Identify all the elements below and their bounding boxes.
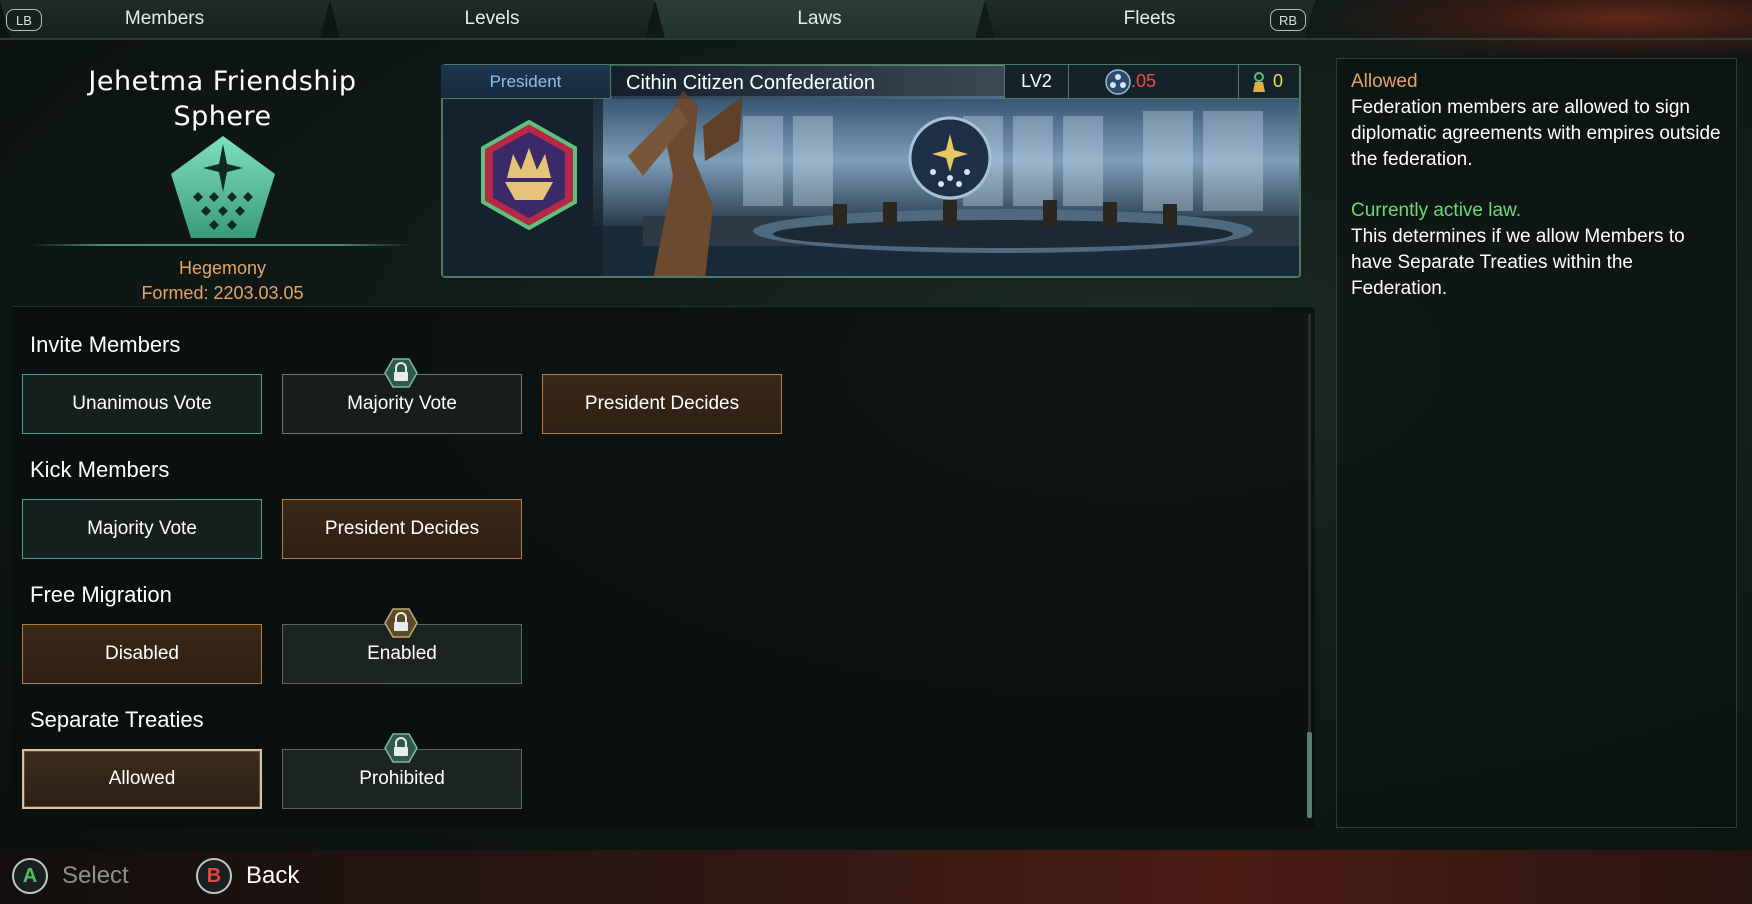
- law-title-free-migration: Free Migration: [30, 582, 172, 607]
- tab-fleets-label: Fleets: [1123, 8, 1176, 29]
- tab-laws-label: Laws: [797, 8, 842, 29]
- kick-majority-vote-button[interactable]: Majority Vote: [22, 499, 262, 559]
- option-label: President Decides: [584, 393, 740, 414]
- tab-members[interactable]: Members: [0, 0, 330, 38]
- tab-members-label: Members: [124, 8, 205, 29]
- law-title-invite-members: Invite Members: [30, 332, 181, 357]
- back-hint[interactable]: B Back: [196, 858, 299, 894]
- option-label: Unanimous Vote: [72, 393, 212, 414]
- federation-type: Hegemony: [178, 258, 267, 278]
- tab-laws[interactable]: Laws: [655, 0, 985, 38]
- invite-president-decides-button[interactable]: President Decides: [542, 374, 782, 434]
- federation-level: LV2: [1004, 65, 1068, 99]
- lb-shoulder-button[interactable]: LB: [6, 9, 42, 31]
- law-title-kick-members: Kick Members: [30, 457, 170, 482]
- option-label: Majority Vote: [347, 393, 457, 414]
- select-hint[interactable]: A Select: [12, 858, 129, 894]
- kick-president-decides-button[interactable]: President Decides: [282, 499, 522, 559]
- rb-shoulder-button[interactable]: RB: [1270, 9, 1306, 31]
- tab-levels[interactable]: Levels: [330, 0, 655, 38]
- treaties-allowed-button[interactable]: Allowed: [22, 749, 262, 809]
- federation-name: Jehetma Friendship Sphere: [88, 66, 357, 132]
- info-option-description: Federation members are allowed to sign d…: [1351, 97, 1721, 170]
- law-info-panel: [1336, 58, 1737, 828]
- envoy-count: 0: [1273, 71, 1284, 91]
- crown-emblem-icon: [481, 120, 577, 230]
- a-button-icon: A: [12, 858, 48, 894]
- migration-disabled-button[interactable]: Disabled: [22, 624, 262, 684]
- federation-divider: [28, 244, 413, 246]
- option-label: Allowed: [108, 768, 176, 789]
- lock-icon: [384, 733, 418, 763]
- federation-cohesion: -53.05: [1068, 65, 1238, 99]
- law-title-separate-treaties: Separate Treaties: [30, 707, 204, 732]
- option-label: Majority Vote: [87, 518, 197, 539]
- federation-tab-bar: Members Levels Laws Fleets: [0, 0, 1335, 38]
- info-law-description: This determines if we allow Members to h…: [1351, 226, 1685, 299]
- option-label: President Decides: [324, 518, 480, 539]
- info-option-name: Allowed: [1351, 71, 1418, 92]
- option-label: Enabled: [367, 643, 437, 664]
- lock-icon: [384, 358, 418, 388]
- invite-unanimous-vote-button[interactable]: Unanimous Vote: [22, 374, 262, 434]
- info-law-status: Currently active law.: [1351, 200, 1522, 221]
- tab-divider: [0, 38, 1752, 40]
- president-tag: President: [441, 65, 611, 99]
- option-label: Prohibited: [359, 768, 445, 789]
- federation-envoys: 0: [1238, 65, 1299, 99]
- back-hint-label: Back: [246, 862, 300, 889]
- background-nebula: [1332, 0, 1752, 60]
- lock-icon: [384, 608, 418, 638]
- federation-formed-date: Formed: 2203.03.05: [141, 283, 304, 303]
- select-hint-label: Select: [62, 862, 129, 889]
- tab-levels-label: Levels: [464, 8, 520, 29]
- president-empire-name[interactable]: Cithin Citizen Confederation: [626, 72, 875, 95]
- b-button-icon: B: [196, 858, 232, 894]
- tab-fleets[interactable]: Fleets: [985, 0, 1315, 38]
- option-label: Disabled: [105, 643, 179, 664]
- envoy-icon: [1253, 72, 1265, 92]
- cohesion-icon: [1105, 69, 1131, 95]
- laws-scrollbar-thumb[interactable]: [1307, 732, 1312, 818]
- pentagon-star-emblem-icon: [171, 136, 275, 238]
